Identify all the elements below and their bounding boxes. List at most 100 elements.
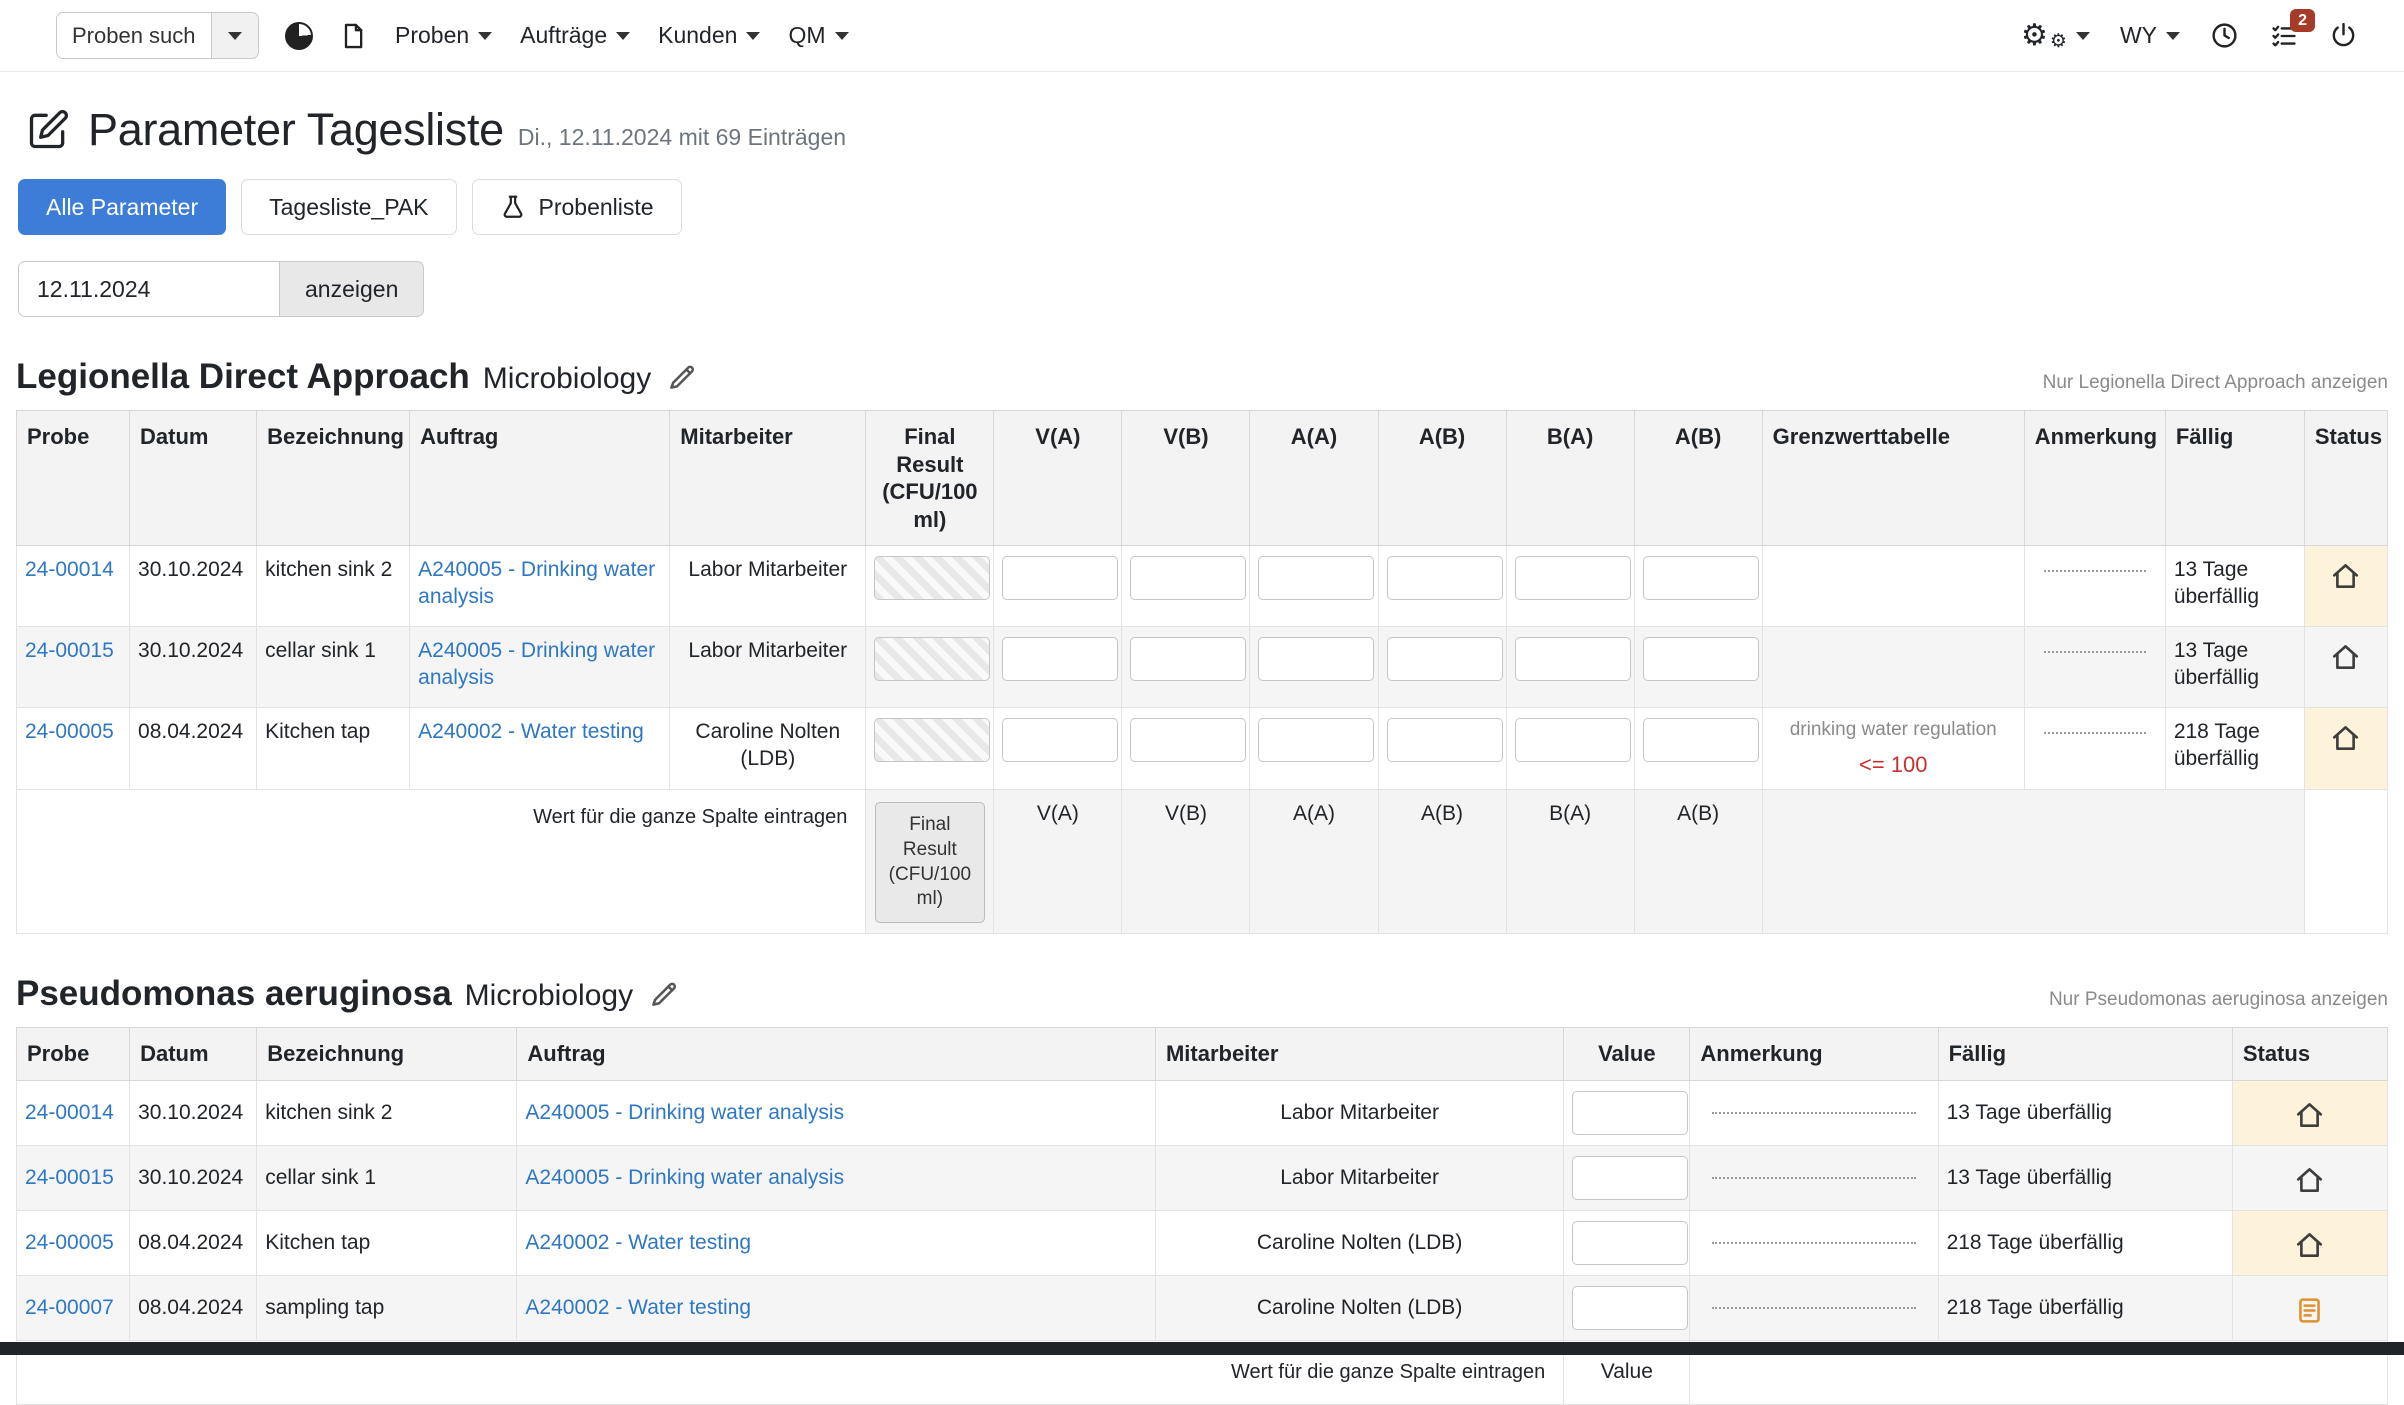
input-aa[interactable] bbox=[1258, 718, 1374, 762]
faellig-cell: 218 Tage überfällig bbox=[2165, 708, 2304, 790]
column-fill-label: Wert für die ganze Spalte eintragen bbox=[1231, 1361, 1545, 1383]
input-va[interactable] bbox=[1002, 556, 1118, 600]
faellig-cell: 218 Tage überfällig bbox=[1938, 1275, 2232, 1340]
search-dropdown-button[interactable] bbox=[211, 12, 259, 59]
datum-cell: 30.10.2024 bbox=[130, 627, 257, 708]
auftrag-link[interactable]: A240002 - Water testing bbox=[525, 1231, 751, 1254]
menu-qm-label: QM bbox=[788, 22, 825, 49]
value-input[interactable] bbox=[1572, 1091, 1688, 1135]
anmerkung-field[interactable] bbox=[1712, 1242, 1915, 1244]
menu-kunden[interactable]: Kunden bbox=[658, 22, 760, 49]
settings-menu[interactable]: ⚙⚙ bbox=[2021, 20, 2090, 51]
house-icon bbox=[2330, 561, 2361, 591]
input-aa[interactable] bbox=[1258, 637, 1374, 681]
anmerkung-field[interactable] bbox=[1712, 1112, 1915, 1114]
input-ab2[interactable] bbox=[1643, 556, 1759, 600]
page-header: Parameter Tagesliste Di., 12.11.2024 mit… bbox=[16, 104, 2388, 156]
input-ab[interactable] bbox=[1387, 637, 1503, 681]
input-vb[interactable] bbox=[1130, 556, 1246, 600]
auftrag-link[interactable]: A240002 - Water testing bbox=[525, 1296, 751, 1319]
clock-icon[interactable] bbox=[2210, 21, 2239, 50]
table-row: 24-00015 30.10.2024 cellar sink 1 A24000… bbox=[17, 1145, 2388, 1210]
menu-proben[interactable]: Proben bbox=[395, 22, 492, 49]
probe-link[interactable]: 24-00015 bbox=[25, 1166, 114, 1189]
final-result-column-button[interactable]: Final Result (CFU/100 ml) bbox=[875, 802, 985, 923]
column-fill-ba: B(A) bbox=[1506, 790, 1634, 934]
show-only-legionella-link[interactable]: Nur Legionella Direct Approach anzeigen bbox=[2043, 372, 2388, 394]
grenzwert-cell: drinking water regulation <= 100 bbox=[1762, 708, 2024, 790]
column-fill-ab2: A(B) bbox=[1634, 790, 1762, 934]
anmerkung-field[interactable] bbox=[2044, 570, 2146, 572]
input-ab[interactable] bbox=[1387, 556, 1503, 600]
input-va[interactable] bbox=[1002, 637, 1118, 681]
input-vb[interactable] bbox=[1130, 637, 1246, 681]
input-ab[interactable] bbox=[1387, 718, 1503, 762]
table-header-row: Probe Datum Bezeichnung Auftrag Mitarbei… bbox=[17, 411, 2388, 546]
input-va[interactable] bbox=[1002, 718, 1118, 762]
bezeichnung-cell: kitchen sink 2 bbox=[257, 546, 410, 627]
show-only-pseudomonas-link[interactable]: Nur Pseudomonas aeruginosa anzeigen bbox=[2049, 989, 2388, 1011]
grenzwert-cell bbox=[1762, 627, 2024, 708]
chevron-down-icon bbox=[2166, 32, 2180, 40]
table-row: 24-00014 30.10.2024 kitchen sink 2 A2400… bbox=[17, 546, 2388, 627]
anmerkung-field[interactable] bbox=[1712, 1177, 1915, 1179]
col-header: Anmerkung bbox=[1690, 1028, 1938, 1081]
menu-kunden-label: Kunden bbox=[658, 22, 737, 49]
mitarbeiter-cell: Caroline Nolten (LDB) bbox=[670, 708, 866, 790]
probe-link[interactable]: 24-00005 bbox=[25, 720, 114, 743]
date-input[interactable] bbox=[18, 261, 280, 317]
mitarbeiter-cell: Caroline Nolten (LDB) bbox=[1155, 1275, 1563, 1340]
anmerkung-field[interactable] bbox=[1712, 1307, 1915, 1309]
col-header: Fällig bbox=[2165, 411, 2304, 546]
user-menu[interactable]: WY bbox=[2120, 22, 2180, 49]
gear-icon: ⚙ bbox=[2021, 21, 2048, 51]
input-ba[interactable] bbox=[1515, 556, 1631, 600]
value-input[interactable] bbox=[1572, 1286, 1688, 1330]
value-input[interactable] bbox=[1572, 1156, 1688, 1200]
menu-auftraege[interactable]: Aufträge bbox=[520, 22, 630, 49]
input-vb[interactable] bbox=[1130, 718, 1246, 762]
input-ba[interactable] bbox=[1515, 637, 1631, 681]
power-icon[interactable] bbox=[2329, 21, 2358, 50]
input-ba[interactable] bbox=[1515, 718, 1631, 762]
col-header: Anmerkung bbox=[2024, 411, 2165, 546]
auftrag-link[interactable]: A240005 - Drinking water analysis bbox=[418, 558, 655, 608]
auftrag-link[interactable]: A240002 - Water testing bbox=[418, 720, 644, 743]
anzeigen-button[interactable]: anzeigen bbox=[279, 261, 424, 317]
notification-badge: 2 bbox=[2290, 9, 2315, 32]
anmerkung-field[interactable] bbox=[2044, 651, 2146, 653]
pie-chart-icon[interactable] bbox=[285, 22, 313, 50]
col-header: V(B) bbox=[1122, 411, 1250, 546]
document-icon[interactable] bbox=[339, 22, 367, 50]
pencil-icon[interactable] bbox=[649, 979, 679, 1009]
pencil-icon[interactable] bbox=[667, 362, 697, 392]
input-ab2[interactable] bbox=[1643, 637, 1759, 681]
house-icon bbox=[2330, 723, 2361, 753]
anmerkung-field[interactable] bbox=[2044, 732, 2146, 734]
auftrag-link[interactable]: A240005 - Drinking water analysis bbox=[418, 639, 655, 689]
probenliste-button[interactable]: Probenliste bbox=[472, 179, 682, 235]
probe-link[interactable]: 24-00005 bbox=[25, 1231, 114, 1254]
table-row: 24-00014 30.10.2024 kitchen sink 2 A2400… bbox=[17, 1080, 2388, 1145]
legionella-table: Probe Datum Bezeichnung Auftrag Mitarbei… bbox=[16, 410, 2388, 934]
tagesliste-pak-button[interactable]: Tagesliste_PAK bbox=[241, 179, 456, 235]
probe-link[interactable]: 24-00007 bbox=[25, 1296, 114, 1319]
auftrag-link[interactable]: A240005 - Drinking water analysis bbox=[525, 1166, 844, 1189]
sample-search-group bbox=[56, 12, 259, 59]
probe-link[interactable]: 24-00015 bbox=[25, 639, 114, 662]
section-title: Legionella Direct Approach bbox=[16, 357, 470, 397]
auftrag-link[interactable]: A240005 - Drinking water analysis bbox=[525, 1101, 844, 1124]
tasklist-icon[interactable]: 2 bbox=[2269, 22, 2299, 50]
menu-qm[interactable]: QM bbox=[788, 22, 848, 49]
table-row: 24-00005 08.04.2024 Kitchen tap A240002 … bbox=[17, 708, 2388, 790]
input-aa[interactable] bbox=[1258, 556, 1374, 600]
probe-link[interactable]: 24-00014 bbox=[25, 1101, 114, 1124]
probe-link[interactable]: 24-00014 bbox=[25, 558, 114, 581]
datum-cell: 30.10.2024 bbox=[130, 1145, 257, 1210]
value-input[interactable] bbox=[1572, 1221, 1688, 1265]
bezeichnung-cell: cellar sink 1 bbox=[257, 1145, 517, 1210]
user-menu-label: WY bbox=[2120, 22, 2157, 49]
input-ab2[interactable] bbox=[1643, 718, 1759, 762]
alle-parameter-button[interactable]: Alle Parameter bbox=[18, 179, 226, 235]
search-input[interactable] bbox=[56, 12, 212, 59]
